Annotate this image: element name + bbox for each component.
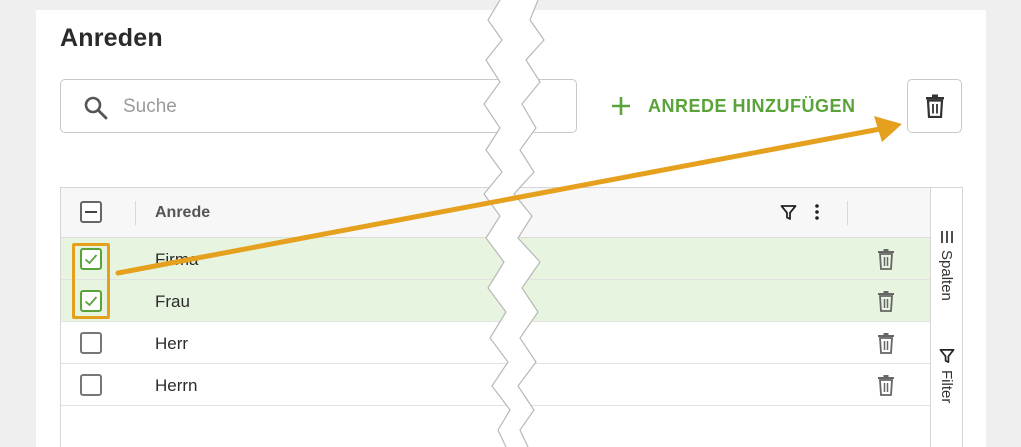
filter-icon <box>939 349 954 363</box>
row-label: Herrn <box>155 376 198 395</box>
grid-header: Anrede <box>61 188 930 238</box>
columns-panel-label: Spalten <box>938 250 955 301</box>
row-checkbox[interactable] <box>80 332 102 354</box>
table-row[interactable]: Firma <box>61 238 930 280</box>
check-icon <box>84 254 98 265</box>
check-icon <box>84 296 98 307</box>
columns-icon <box>940 231 953 243</box>
column-divider <box>847 201 848 225</box>
plus-icon <box>612 97 630 115</box>
filter-panel-toggle[interactable]: Filter <box>931 348 962 403</box>
row-checkbox[interactable] <box>80 248 102 270</box>
row-label: Frau <box>155 292 190 311</box>
search-icon <box>84 96 108 120</box>
columns-panel-toggle[interactable]: Spalten <box>931 230 962 301</box>
row-label: Firma <box>155 250 199 269</box>
more-vert-icon[interactable] <box>810 203 824 221</box>
salutation-grid: Anrede Firma Frau Herr Herrn <box>60 187 931 447</box>
row-checkbox[interactable] <box>80 290 102 312</box>
table-row[interactable]: Herrn <box>61 364 930 406</box>
table-row[interactable]: Herr <box>61 322 930 364</box>
trash-icon[interactable] <box>875 332 897 354</box>
select-all-checkbox[interactable] <box>80 201 102 223</box>
search-input[interactable]: Suche <box>60 79 577 133</box>
page-title: Anreden <box>60 24 163 52</box>
trash-icon[interactable] <box>875 248 897 270</box>
column-header-anrede[interactable]: Anrede <box>155 204 210 222</box>
filter-icon[interactable] <box>780 204 797 221</box>
add-salutation-button[interactable]: ANREDE HINZUFÜGEN <box>608 92 856 120</box>
row-label: Herr <box>155 334 189 353</box>
add-salutation-label: ANREDE HINZUFÜGEN <box>648 95 856 116</box>
trash-icon[interactable] <box>875 290 897 312</box>
filter-panel-label: Filter <box>938 370 955 404</box>
grid-side-panel: Spalten Filter <box>930 187 963 447</box>
bulk-delete-button[interactable] <box>907 79 962 133</box>
trash-icon <box>925 94 944 118</box>
search-placeholder: Suche <box>123 96 177 117</box>
column-divider <box>135 201 136 225</box>
row-checkbox[interactable] <box>80 374 102 396</box>
trash-icon[interactable] <box>875 374 897 396</box>
table-row[interactable]: Frau <box>61 280 930 322</box>
